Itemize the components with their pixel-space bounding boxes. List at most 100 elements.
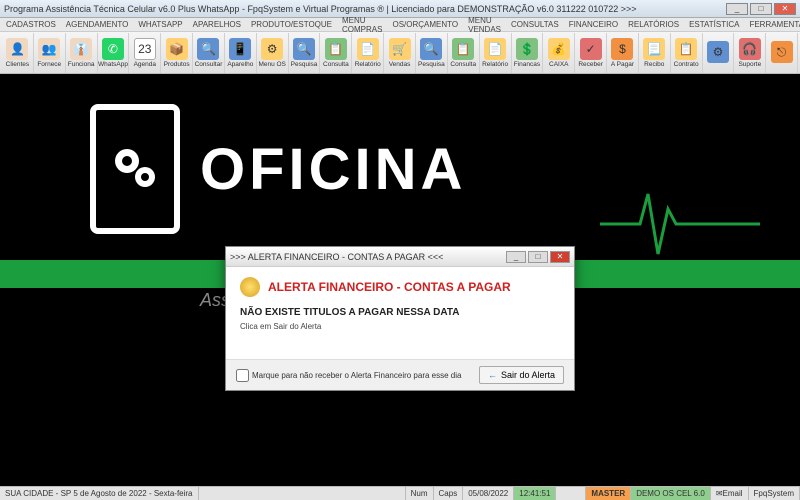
menu-item[interactable]: OS/ORÇAMENTO [392,20,458,29]
coin-icon [240,277,260,297]
status-time: 12:41:51 [514,487,556,500]
toolbar-button[interactable]: 📄Relatório [352,33,384,73]
toolbar-icon: $ [611,38,633,60]
toolbar-button[interactable]: 🔍Pesquisa [416,33,448,73]
toolbar-label: Receber [578,61,603,68]
toolbar-button[interactable]: 📋Contrato [671,33,703,73]
toolbar-button[interactable]: 📃Recibo [639,33,671,73]
toolbar-label: Aparelho [227,61,253,68]
menu-item[interactable]: APARELHOS [193,20,241,29]
toolbar-icon: 👔 [70,38,92,60]
toolbar-icon: 📄 [484,38,506,60]
dialog-minimize-button[interactable]: _ [506,251,526,263]
toolbar-button[interactable]: 📱Aparelho [225,33,257,73]
toolbar-label: Recibo [644,61,664,68]
toolbar-button[interactable]: 📋Consulta [448,33,480,73]
toolbar-button[interactable]: 📦Produtos [161,33,193,73]
brand-name: OFICINA [200,136,466,203]
menu-item[interactable]: RELATÓRIOS [628,20,679,29]
toolbar-icon: ✓ [580,38,602,60]
menu-item[interactable]: ESTATÍSTICA [689,20,739,29]
menu-item[interactable]: FINANCEIRO [569,20,618,29]
brand-logo: OFICINA [90,104,466,234]
minimize-button[interactable]: _ [726,3,748,15]
dialog-suppress-checkbox[interactable] [236,369,249,382]
menu-item[interactable]: MENU COMPRAS [342,16,382,34]
dialog-checkbox-label[interactable]: Marque para não receber o Alerta Finance… [236,369,461,382]
toolbar-label: CAIXA [549,61,569,68]
dialog-controls: _ □ ✕ [506,251,570,263]
toolbar-label: Menu OS [258,61,285,68]
menu-item[interactable]: CADASTROS [6,20,56,29]
toolbar-button[interactable]: 🔍Consultar [193,33,225,73]
toolbar-icon: 💲 [516,38,538,60]
toolbar-icon: 🔍 [293,38,315,60]
status-demo: DEMO OS CEL 6.0 [631,487,711,500]
phone-gears-icon [90,104,180,234]
toolbar-button[interactable]: 📄Relatório [480,33,512,73]
toolbar-button[interactable]: 💲Financas [512,33,544,73]
toolbar-button[interactable]: 👔Funciona [66,33,98,73]
toolbar-button[interactable]: ⎋ [766,33,798,73]
toolbar-label: Pesquisa [291,61,318,68]
toolbar-button[interactable]: 📋Consulta [320,33,352,73]
toolbar-label: WhatsApp [98,61,128,68]
menu-item[interactable]: AGENDAMENTO [66,20,129,29]
toolbar-label: Pesquisa [418,61,445,68]
toolbar-button[interactable]: $A Pagar [607,33,639,73]
toolbar-button[interactable]: 23Agenda [129,33,161,73]
status-spacer [199,487,406,500]
toolbar-label: Consulta [323,61,349,68]
toolbar-label: Agenda [134,61,156,68]
toolbar-label: Fornece [37,61,61,68]
toolbar-button[interactable]: 👤Clientes [2,33,34,73]
status-email[interactable]: Email [711,487,749,500]
maximize-button[interactable]: □ [750,3,772,15]
dialog-message: NÃO EXISTE TITULOS A PAGAR NESSA DATA [240,307,560,318]
toolbar-label: Financas [514,61,540,68]
toolbar-button[interactable]: ✆WhatsApp [98,33,130,73]
toolbar-button[interactable]: ⚙Menu OS [257,33,289,73]
toolbar-icon: 📃 [643,38,665,60]
dialog-heading-row: ALERTA FINANCEIRO - CONTAS A PAGAR [240,277,560,297]
status-num: Num [406,487,434,500]
toolbar-button[interactable]: 🛒Vendas [384,33,416,73]
close-button[interactable]: ✕ [774,3,796,15]
menu-item[interactable]: MENU VENDAS [468,16,501,34]
toolbar-icon: 🛒 [389,38,411,60]
toolbar-label: Clientes [6,61,29,68]
workspace: OFICINA Assistência Técnica Especializad… [0,74,800,486]
toolbar-button[interactable]: ⚙ [703,33,735,73]
toolbar: 👤Clientes👥Fornece👔Funciona✆WhatsApp23Age… [0,32,800,74]
menu-item[interactable]: WHATSAPP [138,20,182,29]
toolbar-icon: ✆ [102,38,124,60]
dialog-exit-button[interactable]: Sair do Alerta [479,366,564,384]
toolbar-icon: ⚙ [707,41,729,63]
toolbar-icon: 📄 [357,38,379,60]
toolbar-button[interactable]: 🎧Suporte [734,33,766,73]
window-controls: _ □ ✕ [726,3,796,15]
toolbar-button[interactable]: 💰CAIXA [543,33,575,73]
toolbar-button[interactable]: 👥Fornece [34,33,66,73]
status-location: SUA CIDADE - SP 5 de Agosto de 2022 - Se… [0,487,199,500]
toolbar-label: Relatório [355,61,381,68]
dialog-maximize-button[interactable]: □ [528,251,548,263]
menu-item[interactable]: CONSULTAS [511,20,559,29]
toolbar-button[interactable]: 🔍Pesquisa [289,33,321,73]
toolbar-icon: 📱 [229,38,251,60]
toolbar-label: Contrato [674,61,699,68]
toolbar-button[interactable]: ✓Receber [575,33,607,73]
toolbar-icon: 📦 [166,38,188,60]
toolbar-label: Suporte [738,61,761,68]
toolbar-label: Relatório [482,61,508,68]
dialog-close-button[interactable]: ✕ [550,251,570,263]
menu-item[interactable]: PRODUTO/ESTOQUE [251,20,332,29]
toolbar-label: A Pagar [611,61,634,68]
menu-item[interactable]: FERRAMENTAS [749,20,800,29]
dialog-titlebar: >>> ALERTA FINANCEIRO - CONTAS A PAGAR <… [226,247,574,267]
toolbar-icon: 🎧 [739,38,761,60]
toolbar-icon: ⎋ [771,41,793,63]
dialog-checkbox-text: Marque para não receber o Alerta Finance… [252,371,461,380]
dialog-title-text: >>> ALERTA FINANCEIRO - CONTAS A PAGAR <… [230,252,443,262]
toolbar-label: Vendas [389,61,411,68]
